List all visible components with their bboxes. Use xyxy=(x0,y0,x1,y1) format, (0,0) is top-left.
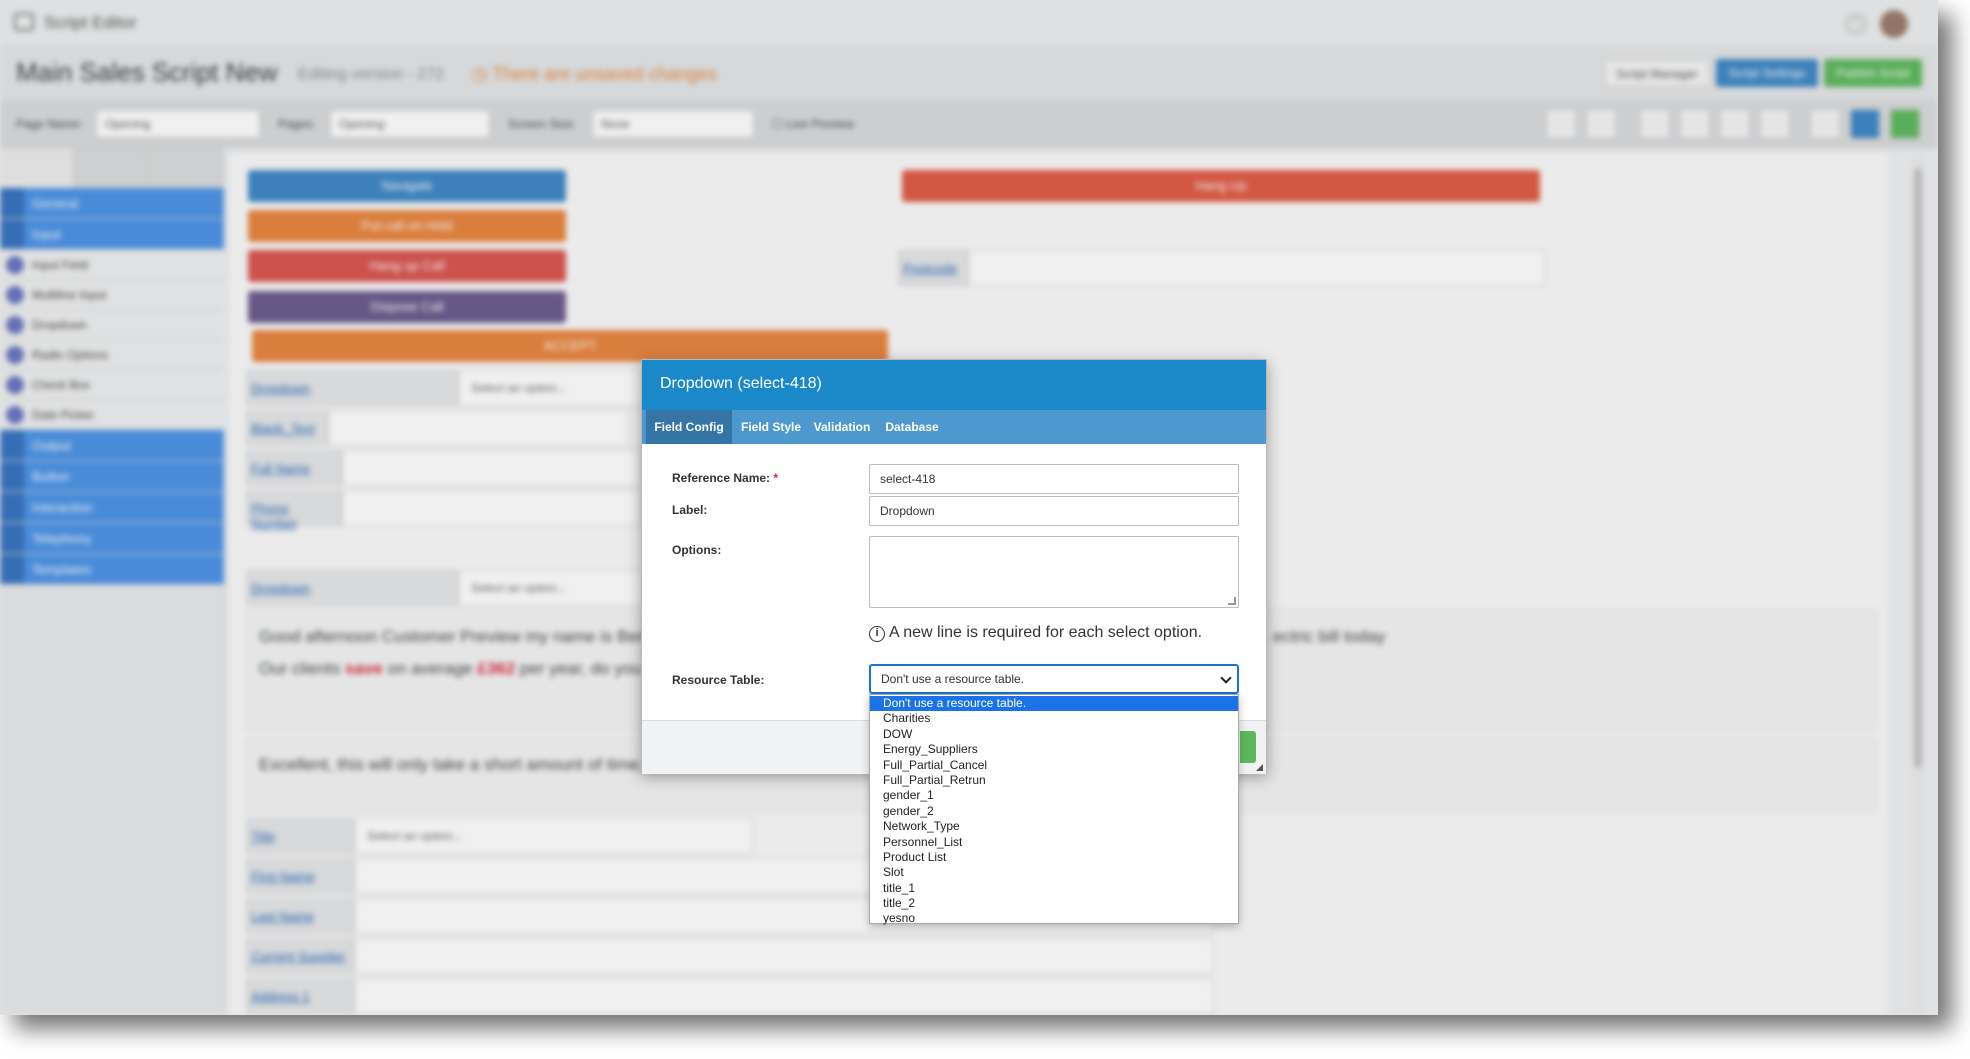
resource-table-option[interactable]: gender_2 xyxy=(870,804,1238,819)
modal-resize-icon[interactable] xyxy=(1256,764,1263,771)
resource-table-option[interactable]: Personnel_List xyxy=(870,835,1238,850)
modal-title: Dropdown (select-418) xyxy=(660,375,822,392)
resource-table-option[interactable]: DOW xyxy=(870,727,1238,742)
modal-header: Dropdown (select-418) xyxy=(642,360,1266,410)
label-input[interactable]: Dropdown xyxy=(869,496,1239,526)
resource-table-option[interactable]: Don't use a resource table. xyxy=(870,696,1238,712)
label-label: Label: xyxy=(672,503,708,517)
resource-table-option[interactable]: gender_1 xyxy=(870,788,1238,803)
modal-tabs: Field Config Field Style Validation Data… xyxy=(642,410,1266,444)
resource-table-option[interactable]: title_2 xyxy=(870,896,1238,911)
reference-name-input[interactable]: select-418 xyxy=(869,464,1239,494)
reference-name-label: Reference Name: * xyxy=(672,471,779,485)
resource-table-options-list: Don't use a resource table. Charities DOW E… xyxy=(869,694,1239,926)
resource-table-option[interactable]: Full_Partial_Cancel xyxy=(870,758,1238,773)
resource-table-option[interactable]: Slot xyxy=(870,865,1238,880)
resource-table-option[interactable]: Full_Partial_Retrun xyxy=(870,773,1238,788)
options-textarea[interactable] xyxy=(869,536,1239,608)
resource-table-value: Don't use a resource table. xyxy=(881,672,1025,686)
tab-database[interactable]: Database xyxy=(882,410,942,444)
options-label: Options: xyxy=(672,543,722,557)
options-hint: iA new line is required for each select … xyxy=(869,624,1202,642)
chevron-down-icon xyxy=(1220,672,1232,684)
resource-table-label: Resource Table: xyxy=(672,673,765,687)
resource-table-option[interactable]: Product List xyxy=(870,850,1238,865)
save-button[interactable] xyxy=(1240,731,1256,763)
required-marker: * xyxy=(773,471,779,485)
resource-table-select[interactable]: Don't use a resource table. xyxy=(869,664,1239,694)
tab-field-style[interactable]: Field Style xyxy=(740,410,802,444)
info-icon: i xyxy=(869,626,885,642)
resize-grip-icon[interactable] xyxy=(1228,597,1236,605)
resource-table-option[interactable]: Network_Type xyxy=(870,819,1238,834)
resource-table-option[interactable]: Energy_Suppliers xyxy=(870,742,1238,757)
tab-field-config[interactable]: Field Config xyxy=(646,410,732,444)
resource-table-option[interactable]: Charities xyxy=(870,711,1238,726)
screenshot-frame: Script Editor ? Main Sales Script New Ed… xyxy=(0,0,1938,1015)
resource-table-option[interactable]: yesno xyxy=(870,911,1238,926)
resource-table-option[interactable]: title_1 xyxy=(870,881,1238,896)
tab-validation[interactable]: Validation xyxy=(810,410,874,444)
